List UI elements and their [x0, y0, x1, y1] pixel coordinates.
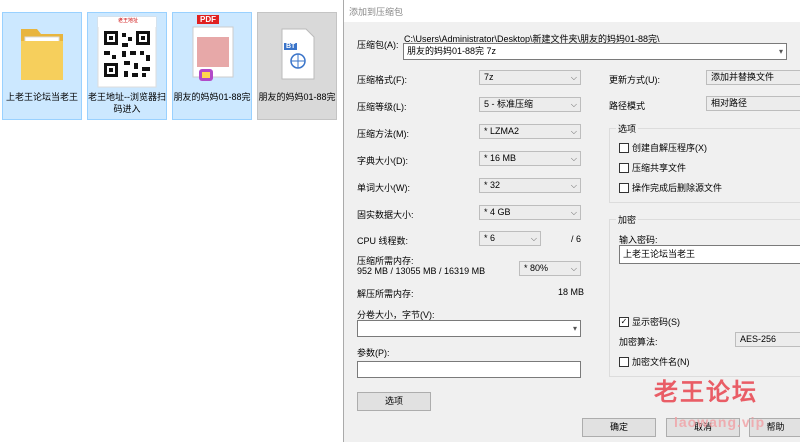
- dict-value: * 16 MB: [484, 153, 517, 163]
- file-item-folder[interactable]: 上老王论坛当老王: [2, 12, 82, 120]
- split-combo[interactable]: ▾: [357, 320, 581, 337]
- archive-label: 压缩包(A):: [357, 40, 399, 50]
- options-button[interactable]: 选项: [357, 392, 431, 411]
- solid-label: 固实数据大小:: [357, 210, 414, 220]
- file-item-qr-image[interactable]: 老王地址 老王地址--浏览器扫码进入: [87, 12, 167, 120]
- checkbox-box: [619, 356, 629, 367]
- chevron-down-icon: ⌵: [530, 234, 537, 243]
- file-item-pdf[interactable]: PDF 朋友的妈妈01-88完: [172, 12, 252, 120]
- params-label: 参数(P):: [357, 348, 390, 358]
- solid-value: * 4 GB: [484, 207, 511, 217]
- shared-checkbox[interactable]: 压缩共享文件: [619, 161, 686, 174]
- mem-value: * 80%: [524, 263, 549, 273]
- update-select[interactable]: 添加并替换文件: [706, 70, 800, 85]
- level-label: 压缩等级(L):: [357, 102, 407, 112]
- chevron-down-icon: ⌵: [570, 264, 577, 273]
- bt-torrent-icon: [281, 28, 315, 80]
- enc-method-select[interactable]: AES-256: [735, 332, 800, 347]
- dict-label: 字典大小(D):: [357, 156, 408, 166]
- watermark-logo: 老王论坛: [654, 379, 758, 406]
- chevron-down-icon: ⌵: [570, 181, 577, 190]
- dict-select[interactable]: * 16 MB ⌵: [479, 151, 581, 166]
- dialog-titlebar[interactable]: 添加到压缩包: [344, 0, 800, 22]
- enc-method-value: AES-256: [740, 334, 777, 344]
- chevron-down-icon: ⌵: [570, 73, 577, 82]
- qr-code-image: [97, 16, 157, 88]
- archive-name-combo[interactable]: 朋友的妈妈01-88完 7z ▾: [403, 43, 787, 60]
- format-label: 压缩格式(F):: [357, 75, 407, 85]
- level-select[interactable]: 5 - 标准压缩 ⌵: [479, 97, 581, 112]
- mem-select[interactable]: * 80% ⌵: [519, 261, 581, 276]
- method-label: 压缩方法(M):: [357, 129, 409, 139]
- solid-select[interactable]: * 4 GB ⌵: [479, 205, 581, 220]
- bt-badge: BT: [284, 43, 298, 50]
- watermark-url: laowang.vip: [674, 414, 766, 430]
- decomp-label: 解压所需内存:: [357, 289, 414, 299]
- threads-max: / 6: [571, 234, 582, 244]
- method-select[interactable]: * LZMA2 ⌵: [479, 124, 581, 139]
- chevron-down-icon: ⌵: [570, 100, 577, 109]
- chevron-down-icon: ⌵: [570, 127, 577, 136]
- file-item-torrent[interactable]: BT 朋友的妈妈01-88完: [257, 12, 337, 120]
- folder-icon: [21, 29, 63, 80]
- encrypt-names-checkbox[interactable]: 加密文件名(N): [619, 355, 690, 368]
- decomp-value: 18 MB: [558, 287, 585, 297]
- shared-label: 压缩共享文件: [632, 163, 687, 173]
- checkbox-box: [619, 182, 629, 193]
- word-label: 单词大小(W):: [357, 183, 410, 193]
- checkbox-checked-icon: ✓: [619, 316, 629, 327]
- word-value: * 32: [484, 180, 501, 190]
- path-label: 路径模式: [609, 101, 646, 111]
- file-name: 老王地址--浏览器扫码进入: [88, 92, 166, 114]
- encrypt-names-label: 加密文件名(N): [632, 357, 690, 367]
- path-value: 相对路径: [711, 98, 748, 108]
- threads-value: * 6: [484, 233, 496, 243]
- threads-label: CPU 线程数:: [357, 236, 409, 246]
- password-value: 上老王论坛当老王: [623, 249, 696, 259]
- method-value: * LZMA2: [484, 126, 520, 136]
- checkbox-box: [619, 162, 629, 173]
- chevron-down-icon[interactable]: ▾: [779, 44, 783, 59]
- sfx-checkbox[interactable]: 创建自解压程序(X): [619, 141, 707, 154]
- chevron-down-icon: ⌵: [570, 208, 577, 217]
- format-select[interactable]: 7z ⌵: [479, 70, 581, 85]
- qr-caption: 老王地址: [117, 18, 138, 24]
- show-password-checkbox[interactable]: ✓ 显示密码(S): [619, 315, 680, 328]
- encrypt-group-title: 加密: [616, 213, 639, 226]
- level-value: 5 - 标准压缩: [484, 99, 534, 109]
- ok-button[interactable]: 确定: [582, 418, 656, 437]
- options-group-title: 选项: [616, 122, 639, 135]
- archive-name-value: 朋友的妈妈01-88完 7z: [407, 46, 497, 56]
- dialog-title: 添加到压缩包: [349, 7, 404, 17]
- pdf-badge: PDF: [197, 15, 219, 24]
- word-select[interactable]: * 32 ⌵: [479, 178, 581, 193]
- show-password-label: 显示密码(S): [632, 317, 680, 327]
- delete-source-checkbox[interactable]: 操作完成后删除源文件: [619, 181, 722, 194]
- enc-method-label: 加密算法:: [619, 337, 658, 347]
- path-select[interactable]: 相对路径: [706, 96, 800, 111]
- params-input[interactable]: [357, 361, 581, 378]
- update-value: 添加并替换文件: [711, 72, 775, 82]
- format-value: 7z: [484, 72, 494, 82]
- file-name: 上老王论坛当老王: [5, 92, 78, 102]
- password-input[interactable]: 上老王论坛当老王: [619, 245, 800, 264]
- sfx-label: 创建自解压程序(X): [632, 143, 707, 153]
- file-name: 朋友的妈妈01-88完: [258, 92, 336, 102]
- add-to-archive-dialog: 添加到压缩包 压缩包(A): C:\Users\Administrator\De…: [343, 0, 800, 442]
- pdf-file-icon: [192, 26, 234, 81]
- mem-detail: 952 MB / 13055 MB / 16319 MB: [357, 266, 486, 276]
- chevron-down-icon: ⌵: [570, 154, 577, 163]
- checkbox-box: [619, 142, 629, 153]
- update-label: 更新方式(U):: [609, 75, 660, 85]
- threads-select[interactable]: * 6 ⌵: [479, 231, 541, 246]
- delete-source-label: 操作完成后删除源文件: [632, 183, 723, 193]
- file-explorer: 上老王论坛当老王 老王地址 老王地址--浏览器扫码进入 PDF 朋友的妈妈01-…: [0, 0, 345, 442]
- file-name: 朋友的妈妈01-88完: [173, 92, 251, 102]
- chevron-down-icon[interactable]: ▾: [573, 321, 577, 336]
